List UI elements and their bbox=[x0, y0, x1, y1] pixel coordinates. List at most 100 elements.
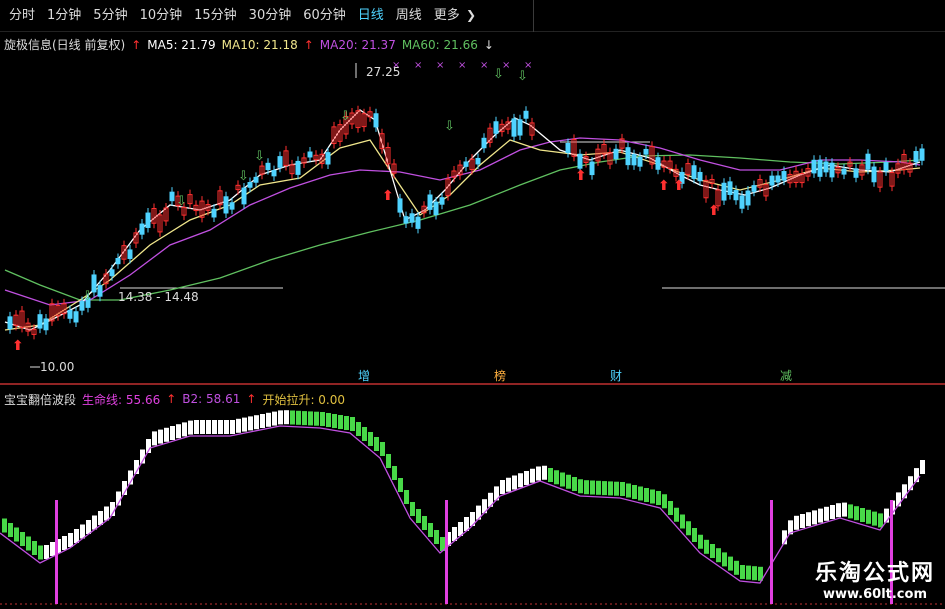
wave-bar bbox=[500, 480, 505, 494]
candle-body bbox=[481, 137, 487, 149]
candle-body bbox=[811, 159, 817, 174]
candle-body bbox=[43, 318, 49, 331]
candle-body bbox=[67, 309, 73, 319]
wave-bar bbox=[818, 508, 823, 523]
wave-bar bbox=[2, 518, 7, 533]
buy-arrow-icon: ⬆ bbox=[382, 188, 394, 204]
wave-bar bbox=[746, 565, 751, 580]
wave-bar bbox=[806, 512, 811, 527]
wave-bar bbox=[284, 410, 289, 425]
candle-body bbox=[463, 161, 469, 167]
candle-body bbox=[865, 153, 871, 170]
wave-bar bbox=[212, 420, 217, 434]
wave-bar bbox=[644, 488, 649, 502]
candle-body bbox=[277, 156, 283, 168]
wave-bar bbox=[698, 534, 703, 549]
wave-bar bbox=[662, 494, 667, 509]
wave-bar bbox=[734, 560, 739, 575]
wave-bar bbox=[632, 485, 637, 499]
candle-body bbox=[727, 181, 733, 195]
wave-bar bbox=[878, 513, 883, 528]
wave-bar bbox=[356, 422, 361, 436]
wave-bar bbox=[200, 420, 205, 434]
wave-bar bbox=[512, 475, 517, 490]
wave-bar bbox=[194, 420, 199, 434]
candle-body bbox=[433, 201, 439, 216]
candle-body bbox=[769, 175, 775, 186]
candle-body bbox=[253, 176, 259, 183]
wave-bar bbox=[344, 416, 349, 430]
wave-bar bbox=[302, 411, 307, 426]
marker-rank: 榜 bbox=[494, 368, 506, 383]
wave-bar bbox=[830, 505, 835, 519]
candle-body bbox=[697, 171, 703, 182]
candle-body bbox=[781, 171, 787, 181]
sell-arrow-icon: ⇩ bbox=[176, 194, 187, 209]
candle-body bbox=[691, 165, 697, 179]
signal-bar bbox=[55, 500, 58, 604]
signal-bar bbox=[445, 500, 448, 604]
kline-chart[interactable]: ⬆⬆⬆⬆ ⬆⬆⇩⇩⇩⇩⇩⇩⇩ ⇩ × × × × × × × 27.25 10.00 14.38… bbox=[0, 0, 945, 609]
wave-bar bbox=[866, 509, 871, 524]
wave-bar bbox=[188, 420, 193, 435]
marker-decrease: 减 bbox=[780, 369, 792, 383]
signal-arrows: ⬆⬆⬆⬆ ⬆⬆⇩⇩⇩⇩⇩⇩⇩ ⇩ bbox=[12, 67, 720, 354]
candle-body bbox=[625, 147, 631, 166]
wave-bar bbox=[224, 420, 229, 434]
wave-bar bbox=[296, 410, 301, 425]
b2-arrow-icon: ↑ bbox=[246, 392, 257, 406]
wave-bar bbox=[572, 477, 577, 491]
sell-arrow-icon: ⇩ bbox=[82, 289, 93, 304]
buy-arrow-icon: ⬆ bbox=[708, 203, 720, 219]
candle-body bbox=[145, 212, 151, 228]
candle-body bbox=[493, 121, 499, 134]
wave-bar bbox=[536, 466, 541, 481]
buy-arrow-icon: ⬆ bbox=[658, 178, 670, 194]
x-marker-icon: × bbox=[480, 60, 488, 71]
wave-bar bbox=[380, 442, 385, 456]
candle-body bbox=[919, 148, 925, 161]
wave-bar bbox=[332, 414, 337, 428]
life-line-arrow-icon: ↑ bbox=[166, 392, 177, 406]
wave-bar bbox=[152, 431, 157, 446]
wave-bar bbox=[338, 415, 343, 429]
wave-bar bbox=[308, 411, 313, 426]
candle-body bbox=[853, 168, 859, 178]
candle-body bbox=[745, 190, 751, 206]
wave-bar bbox=[50, 542, 55, 556]
wave-bar bbox=[578, 479, 583, 494]
candle-body bbox=[373, 113, 379, 128]
wave-bar bbox=[740, 565, 745, 579]
wave-bar bbox=[374, 437, 379, 451]
x-marker-icon: × bbox=[458, 60, 466, 71]
wave-bar bbox=[728, 556, 733, 571]
wave-bar bbox=[668, 501, 673, 515]
candle-body bbox=[775, 175, 781, 183]
life-line-path bbox=[0, 425, 921, 584]
wave-bar bbox=[398, 478, 403, 492]
wave-bar bbox=[590, 480, 595, 495]
wave-bar bbox=[68, 533, 73, 547]
candle-body bbox=[475, 157, 481, 165]
sell-arrow-icon: ⇩ bbox=[254, 149, 265, 164]
candle-body bbox=[883, 162, 889, 172]
candle-body bbox=[439, 197, 445, 205]
candle-body bbox=[517, 119, 523, 136]
candle-body bbox=[751, 185, 757, 192]
candle-body bbox=[631, 154, 637, 166]
wave-bar bbox=[434, 530, 439, 544]
wave-bar bbox=[638, 486, 643, 501]
candle-body bbox=[427, 194, 433, 210]
wave-bar bbox=[554, 470, 559, 485]
candle-body bbox=[325, 152, 331, 165]
candle-body bbox=[73, 311, 79, 323]
watermark-url: www.60lt.com bbox=[822, 587, 927, 602]
wave-bar bbox=[854, 506, 859, 521]
sub-indicator-line bbox=[0, 425, 921, 584]
candle-body bbox=[823, 161, 829, 173]
wave-bar bbox=[44, 545, 49, 559]
wave-bar bbox=[506, 477, 511, 492]
sell-arrow-icon: ⇩ bbox=[517, 69, 528, 84]
candle-body bbox=[613, 148, 619, 160]
candle-body bbox=[97, 285, 103, 297]
